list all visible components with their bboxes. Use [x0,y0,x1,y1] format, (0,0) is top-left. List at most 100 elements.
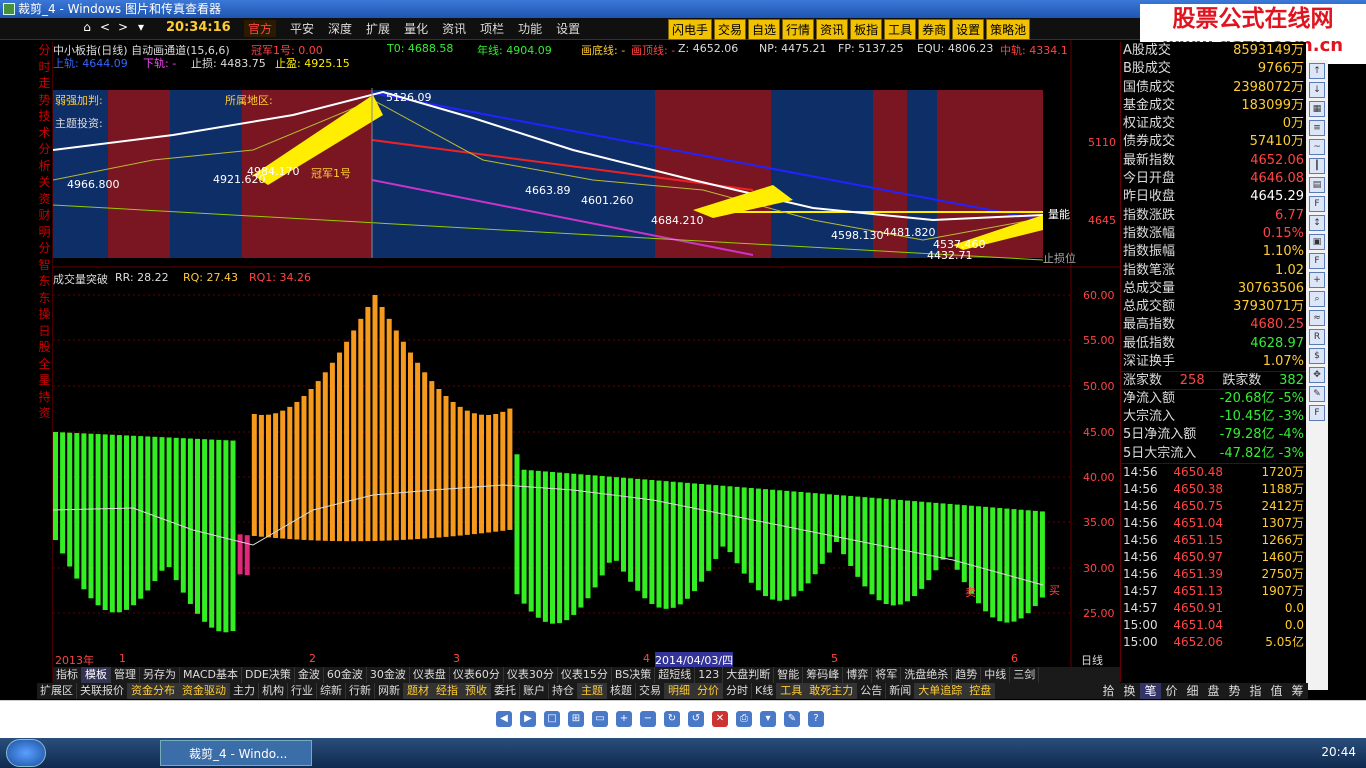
taskbar-app-button[interactable]: 裁剪_4 - Windo... [160,740,312,766]
menu-pingan[interactable]: 平安 [290,20,314,37]
tab-price-dist[interactable]: 分价 [694,683,723,699]
zoom-out-icon[interactable]: − [640,711,656,727]
sidebar-char[interactable]: 财 [37,207,52,224]
sort-icon[interactable]: ↕ [1309,215,1325,231]
tab-trend[interactable]: 趋势 [952,667,982,683]
rp-tab[interactable]: 价 [1161,683,1182,699]
tab-related[interactable]: 关联报价 [77,683,128,699]
sidebar-char[interactable]: 势 [37,92,52,109]
quick-watchlist[interactable]: 自选 [748,19,781,40]
tab-industry[interactable]: 行业 [288,683,317,699]
rp-tab[interactable]: 筹 [1287,683,1308,699]
rp-tab[interactable]: 换 [1119,683,1140,699]
menu-quant[interactable]: 量化 [404,20,428,37]
zoom-in-icon[interactable]: + [616,711,632,727]
tab-account[interactable]: 账户 [520,683,549,699]
wave-icon[interactable]: ≈ [1309,310,1325,326]
sidebar-char[interactable]: 东 [37,290,52,307]
tab-macd[interactable]: MACD基本 [180,667,242,683]
help-icon[interactable]: ? [808,711,824,727]
menu-function[interactable]: 功能 [518,20,542,37]
up-arrow-icon[interactable]: ↑ [1309,63,1325,79]
sidebar-char[interactable]: 时 [37,59,52,76]
quick-tools[interactable]: 工具 [884,19,917,40]
tab-gauge[interactable]: 仪表盘 [410,667,450,683]
home-icon[interactable]: ⌂ [78,20,96,34]
tab-60-gold-wave[interactable]: 60金波 [324,667,367,683]
tab-manage[interactable]: 管理 [111,667,140,683]
rp-tab[interactable]: 细 [1182,683,1203,699]
tab-30-gold-wave[interactable]: 30金波 [367,667,410,683]
sidebar-char[interactable]: 智 [37,257,52,274]
money-icon[interactable]: $ [1309,348,1325,364]
rp-tab[interactable]: 笔 [1140,683,1161,699]
quick-news[interactable]: 资讯 [816,19,849,40]
start-button[interactable] [6,739,46,767]
sidebar-char[interactable]: 星 [37,372,52,389]
tab-fund-dist[interactable]: 资金分布 [128,683,179,699]
dropdown-icon[interactable]: ▾ [132,20,150,34]
tab-control[interactable]: 控盘 [966,683,996,699]
menu-depth[interactable]: 深度 [328,20,352,37]
menu-official[interactable]: 官方 [244,20,277,37]
quick-flash-trade[interactable]: 闪电手 [668,19,713,40]
tab-chip-peak[interactable]: 筹码峰 [803,667,844,683]
sidebar-char[interactable]: 术 [37,125,52,142]
tab-general-news[interactable]: 综新 [317,683,346,699]
tab-smart[interactable]: 智能 [774,667,804,683]
quick-settings[interactable]: 设置 [952,19,985,40]
tab-bs[interactable]: BS决策 [612,667,656,683]
tab-forecast[interactable]: 预收 [462,683,491,699]
tab-dde[interactable]: DDE决策 [242,667,295,683]
tab-theme[interactable]: 题材 [404,683,433,699]
sidebar-char[interactable]: 股 [37,339,52,356]
tab-timeshare[interactable]: 分时 [723,683,752,699]
tab-game[interactable]: 博弈 [843,667,873,683]
tab-big-order[interactable]: 大单追踪 [915,683,967,699]
tab-short-term[interactable]: 超短线 [655,667,696,683]
tab-market-judge[interactable]: 大盘判断 [723,667,775,683]
tab-template[interactable]: 模板 [82,667,111,683]
tab-subject[interactable]: 主题 [578,683,607,699]
tab-orders[interactable]: 委托 [491,683,520,699]
tab-tools[interactable]: 工具 [777,683,807,699]
quick-quotes[interactable]: 行情 [782,19,815,40]
tab-extend[interactable]: 扩展区 [37,683,77,699]
down-arrow-icon[interactable]: ↓ [1309,82,1325,98]
panel-icon[interactable]: ▣ [1309,234,1325,250]
quick-index[interactable]: 板指 [850,19,883,40]
rp-tab[interactable]: 拾 [1098,683,1119,699]
actual-size-icon[interactable]: ⊞ [568,711,584,727]
tab-gauge-30[interactable]: 仪表30分 [504,667,558,683]
tab-institution[interactable]: 机构 [259,683,288,699]
period-label[interactable]: 日线 [1081,652,1103,668]
sidebar-char[interactable]: 日 [37,323,52,340]
tab-gold-wave[interactable]: 金波 [295,667,324,683]
sidebar-char[interactable]: 分 [37,42,52,59]
candle-icon[interactable]: ┃ [1309,158,1325,174]
rp-tab[interactable]: 势 [1224,683,1245,699]
move-icon[interactable]: ✥ [1309,367,1325,383]
menu-news[interactable]: 资讯 [442,20,466,37]
best-fit-icon[interactable]: □ [544,711,560,727]
sidebar-char[interactable]: 分 [37,240,52,257]
slideshow-icon[interactable]: ▭ [592,711,608,727]
tab-general[interactable]: 将军 [872,667,902,683]
menu-extend[interactable]: 扩展 [366,20,390,37]
f10-icon[interactable]: F [1309,196,1325,212]
sidebar-char[interactable]: 技 [37,108,52,125]
rp-tab[interactable]: 值 [1266,683,1287,699]
tab-123[interactable]: 123 [695,667,724,683]
search-icon[interactable]: ⌕ [1309,291,1325,307]
sidebar-char[interactable]: 明 [37,224,52,241]
tab-economic-index[interactable]: 经指 [433,683,462,699]
chart-icon[interactable]: ~ [1309,139,1325,155]
sidebar-char[interactable]: 持 [37,389,52,406]
tab-web-news[interactable]: 网新 [375,683,404,699]
sidebar-char[interactable]: 资 [37,191,52,208]
next-image-icon[interactable]: ▶ [520,711,536,727]
forward-icon[interactable]: > [114,20,132,34]
tab-daredevil[interactable]: 敢死主力 [806,683,858,699]
tab-midline[interactable]: 中线 [981,667,1011,683]
tab-trade[interactable]: 交易 [636,683,665,699]
